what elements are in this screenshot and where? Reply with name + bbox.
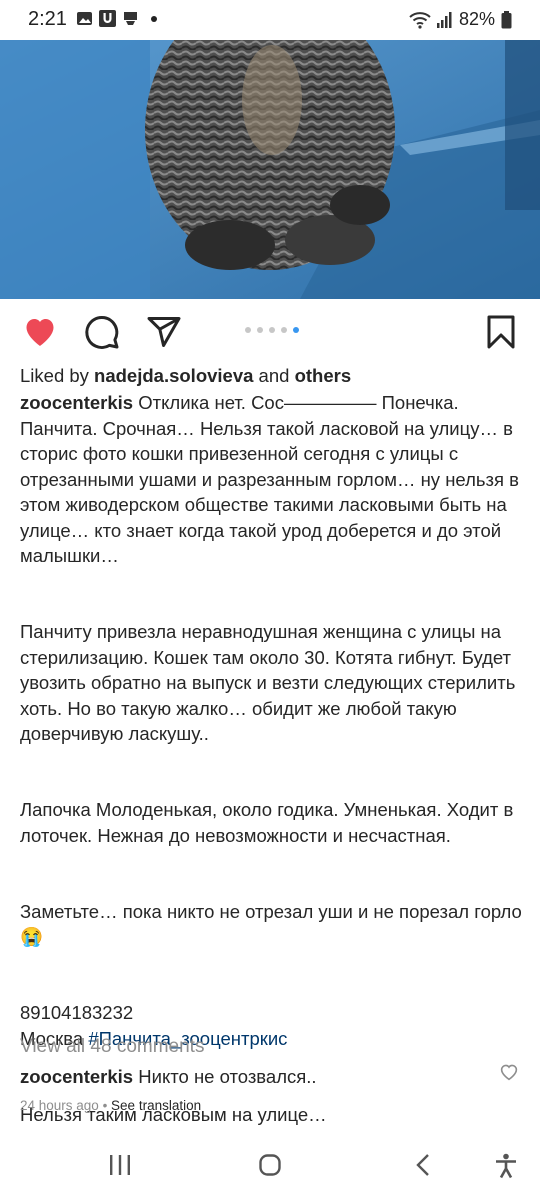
post-photo[interactable] — [0, 40, 540, 299]
post-meta: 24 hours ago • See translation — [20, 1098, 202, 1113]
caption-paragraph: Лапочка Молоденькая, около годика. Умнен… — [20, 799, 514, 846]
caption-author[interactable]: zoocenterkis — [20, 392, 133, 413]
status-time: 2:21 — [28, 8, 67, 30]
bookmark-icon[interactable] — [485, 314, 517, 350]
caption-paragraph: Панчиту привезла неравнодушная женщина с… — [20, 621, 516, 744]
sim-icon — [124, 12, 137, 25]
system-nav-bar — [0, 1135, 540, 1200]
post-caption: zoocenterkis Отклика нет. Сос————— Понеч… — [20, 390, 525, 1127]
signal-icon — [436, 11, 452, 28]
carousel-dot — [269, 327, 275, 333]
view-all-comments-link[interactable]: View all 48 comments — [20, 1034, 525, 1060]
back-icon[interactable] — [412, 1153, 436, 1177]
see-translation-link[interactable]: See translation — [111, 1098, 201, 1113]
carousel-indicator — [245, 327, 299, 333]
comment-text: Никто не отозвался.. — [138, 1066, 317, 1087]
carousel-dot — [245, 327, 251, 333]
wifi-icon — [409, 11, 431, 29]
caption-phone: 89104183232 — [20, 1002, 134, 1023]
caption-paragraph: Отклика нет. Сос————— Понечка. Панчита. … — [20, 392, 519, 566]
battery-icon — [501, 10, 512, 28]
gallery-icon — [77, 12, 92, 25]
dot-icon — [151, 15, 157, 22]
home-icon[interactable] — [258, 1153, 282, 1177]
liker-username[interactable]: nadejda.solovieva — [94, 365, 253, 386]
likes-line: Liked by nadejda.solovieva and others — [20, 365, 352, 386]
battery-percent: 82% — [458, 9, 495, 29]
accessibility-icon[interactable] — [494, 1153, 518, 1179]
status-bar: 2:21 82% — [0, 0, 540, 40]
comment-icon[interactable] — [84, 314, 120, 350]
heart-filled-icon[interactable] — [22, 314, 58, 348]
comment-like-icon[interactable] — [499, 1063, 519, 1081]
share-icon[interactable] — [146, 314, 182, 350]
u-app-icon — [99, 10, 116, 27]
post-timestamp: 24 hours ago — [20, 1098, 99, 1113]
others-link[interactable]: others — [295, 365, 352, 386]
comment-row: zoocenterkis Никто не отозвался.. — [20, 1064, 525, 1090]
carousel-dot — [281, 327, 287, 333]
caption-paragraph: Заметьте… пока никто не отрезал уши и не… — [20, 900, 522, 948]
comment-author[interactable]: zoocenterkis — [20, 1066, 133, 1087]
cat-photo-image — [0, 40, 540, 299]
recent-apps-icon[interactable] — [108, 1153, 132, 1177]
carousel-dot-active — [293, 327, 299, 333]
post-actions — [0, 300, 540, 362]
carousel-dot — [257, 327, 263, 333]
